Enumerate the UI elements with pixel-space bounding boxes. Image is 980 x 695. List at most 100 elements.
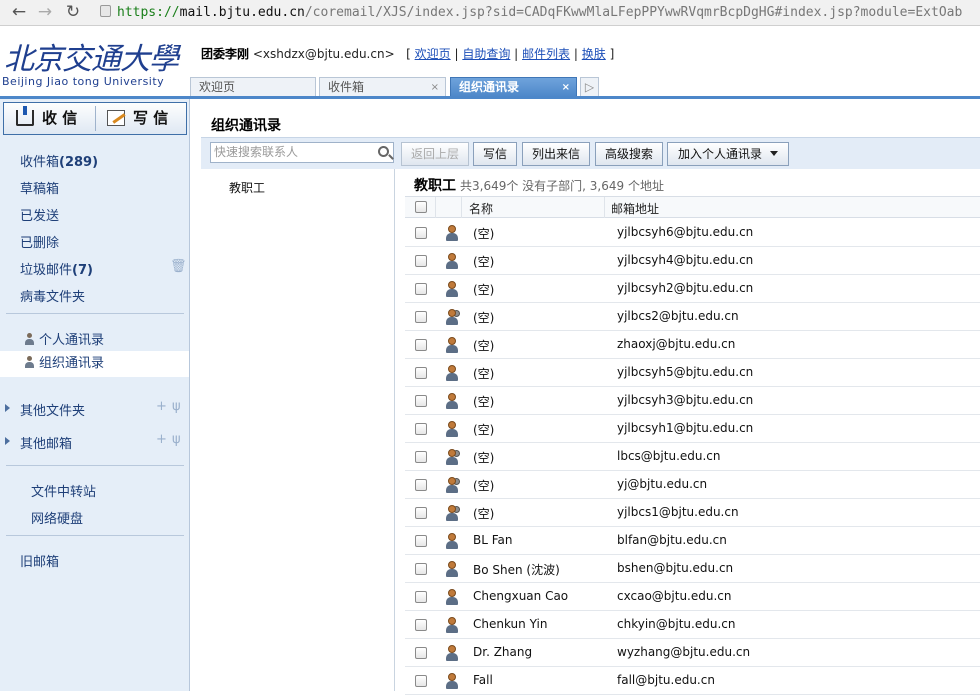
sidebar-item-personal-contacts[interactable]: 个人通讯录 <box>24 329 104 348</box>
back-arrow-icon[interactable]: ← <box>8 2 30 22</box>
contact-name[interactable]: Fall <box>473 673 493 687</box>
contact-email[interactable]: yjlbcsyh6@bjtu.edu.cn <box>617 225 753 239</box>
column-email-header[interactable]: 邮箱地址 <box>611 200 659 217</box>
sidebar-item-drafts[interactable]: 草稿箱 <box>20 178 59 197</box>
row-checkbox[interactable] <box>415 479 427 491</box>
contact-name[interactable]: (空) <box>473 309 494 326</box>
row-checkbox[interactable] <box>415 675 427 687</box>
table-row[interactable]: Bo Shen (沈波) bshen@bjtu.edu.cn <box>405 555 980 583</box>
contact-name[interactable]: Dr. Zhang <box>473 645 532 659</box>
table-row[interactable]: Dr. Zhang wyzhang@bjtu.edu.cn <box>405 639 980 667</box>
sidebar-item-org-contacts[interactable]: 组织通讯录 <box>0 351 189 377</box>
sidebar-item-other-mailboxes[interactable]: 其他邮箱 <box>20 433 72 452</box>
address-bar[interactable]: https://mail.bjtu.edu.cn/coremail/XJS/in… <box>100 2 980 23</box>
sidebar-item-netdisk[interactable]: 网络硬盘 <box>31 508 83 527</box>
contact-email[interactable]: yjlbcsyh1@bjtu.edu.cn <box>617 421 753 435</box>
table-row[interactable]: (空) yjlbcsyh2@bjtu.edu.cn <box>405 275 980 303</box>
search-icon[interactable] <box>378 146 389 157</box>
row-checkbox[interactable] <box>415 423 427 435</box>
list-mails-button[interactable]: 列出来信 <box>522 142 590 166</box>
reload-icon[interactable]: ↻ <box>62 2 84 22</box>
sidebar-item-sent[interactable]: 已发送 <box>20 205 59 224</box>
table-row[interactable]: (空) yjlbcsyh1@bjtu.edu.cn <box>405 415 980 443</box>
row-checkbox[interactable] <box>415 591 427 603</box>
sidebar-item-virus[interactable]: 病毒文件夹 <box>20 286 85 305</box>
contact-email[interactable]: lbcs@bjtu.edu.cn <box>617 449 721 463</box>
contact-email[interactable]: wyzhang@bjtu.edu.cn <box>617 645 750 659</box>
tree-item-faculty[interactable]: 教职工 <box>229 179 265 196</box>
back-up-button[interactable]: 返回上层 <box>401 142 469 166</box>
row-checkbox[interactable] <box>415 563 427 575</box>
contact-email[interactable]: yjlbcsyh5@bjtu.edu.cn <box>617 365 753 379</box>
contact-name[interactable]: (空) <box>473 253 494 270</box>
table-row[interactable]: BL Fan blfan@bjtu.edu.cn <box>405 527 980 555</box>
contact-name[interactable]: (空) <box>473 421 494 438</box>
contact-email[interactable]: zhaoxj@bjtu.edu.cn <box>617 337 735 351</box>
sidebar-item-old-mailbox[interactable]: 旧邮箱 <box>20 551 59 570</box>
row-checkbox[interactable] <box>415 255 427 267</box>
contact-name[interactable]: (空) <box>473 337 494 354</box>
settings-icon[interactable]: ψ <box>172 432 181 447</box>
close-icon[interactable]: × <box>431 78 439 97</box>
mailing-list-link[interactable]: 邮件列表 <box>522 47 570 61</box>
contact-name[interactable]: (空) <box>473 449 494 466</box>
add-icon[interactable]: + <box>156 432 167 447</box>
advanced-search-button[interactable]: 高级搜索 <box>595 142 663 166</box>
contact-name[interactable]: (空) <box>473 365 494 382</box>
row-checkbox[interactable] <box>415 367 427 379</box>
row-checkbox[interactable] <box>415 647 427 659</box>
table-row[interactable]: Chengxuan Cao cxcao@bjtu.edu.cn <box>405 583 980 611</box>
forward-arrow-icon[interactable]: → <box>34 2 56 22</box>
compose-button[interactable]: 写 信 <box>107 103 168 134</box>
sidebar-item-file-transfer[interactable]: 文件中转站 <box>31 481 96 500</box>
welcome-link[interactable]: 欢迎页 <box>415 47 451 61</box>
contact-email[interactable]: yjlbcs1@bjtu.edu.cn <box>617 505 739 519</box>
new-tab-icon[interactable]: ▷ <box>580 77 599 97</box>
row-checkbox[interactable] <box>415 395 427 407</box>
row-checkbox[interactable] <box>415 507 427 519</box>
table-row[interactable]: (空) yjlbcs1@bjtu.edu.cn <box>405 499 980 527</box>
table-row[interactable]: (空) lbcs@bjtu.edu.cn <box>405 443 980 471</box>
add-to-personal-button[interactable]: 加入个人通讯录 <box>667 142 789 166</box>
row-checkbox[interactable] <box>415 619 427 631</box>
contact-name[interactable]: BL Fan <box>473 533 513 547</box>
contact-name[interactable]: (空) <box>473 393 494 410</box>
contact-name[interactable]: Chenkun Yin <box>473 617 547 631</box>
contact-email[interactable]: cxcao@bjtu.edu.cn <box>617 589 731 603</box>
table-row[interactable]: (空) yjlbcsyh3@bjtu.edu.cn <box>405 387 980 415</box>
row-checkbox[interactable] <box>415 227 427 239</box>
contact-email[interactable]: yjlbcs2@bjtu.edu.cn <box>617 309 739 323</box>
close-icon[interactable]: × <box>562 78 570 97</box>
settings-icon[interactable]: ψ <box>172 399 181 414</box>
contact-name[interactable]: (空) <box>473 477 494 494</box>
select-all-checkbox[interactable] <box>415 201 427 213</box>
row-checkbox[interactable] <box>415 339 427 351</box>
contact-email[interactable]: yj@bjtu.edu.cn <box>617 477 707 491</box>
change-skin-link[interactable]: 换肤 <box>582 47 606 61</box>
table-row[interactable]: (空) yjlbcsyh4@bjtu.edu.cn <box>405 247 980 275</box>
contact-email[interactable]: bshen@bjtu.edu.cn <box>617 561 733 575</box>
contact-name[interactable]: (空) <box>473 505 494 522</box>
contact-email[interactable]: fall@bjtu.edu.cn <box>617 673 715 687</box>
sidebar-item-other-folders[interactable]: 其他文件夹 <box>20 400 85 419</box>
row-checkbox[interactable] <box>415 283 427 295</box>
row-checkbox[interactable] <box>415 535 427 547</box>
contact-name[interactable]: Bo Shen (沈波) <box>473 561 560 578</box>
contact-name[interactable]: (空) <box>473 225 494 242</box>
expand-arrow-icon[interactable] <box>5 404 10 412</box>
column-name-header[interactable]: 名称 <box>469 200 493 217</box>
contact-name[interactable]: (空) <box>473 281 494 298</box>
table-row[interactable]: (空) yjlbcsyh5@bjtu.edu.cn <box>405 359 980 387</box>
add-icon[interactable]: + <box>156 399 167 414</box>
tab-welcome[interactable]: 欢迎页 <box>190 77 316 97</box>
tab-org-contacts[interactable]: 组织通讯录 × <box>450 77 577 97</box>
contact-email[interactable]: blfan@bjtu.edu.cn <box>617 533 727 547</box>
table-row[interactable]: Chenkun Yin chkyin@bjtu.edu.cn <box>405 611 980 639</box>
row-checkbox[interactable] <box>415 311 427 323</box>
sidebar-item-inbox[interactable]: 收件箱(289) <box>20 151 98 170</box>
row-checkbox[interactable] <box>415 451 427 463</box>
table-row[interactable]: (空) zhaoxj@bjtu.edu.cn <box>405 331 980 359</box>
table-row[interactable]: (空) yjlbcsyh6@bjtu.edu.cn <box>405 219 980 247</box>
table-row[interactable]: (空) yjlbcs2@bjtu.edu.cn <box>405 303 980 331</box>
contact-email[interactable]: yjlbcsyh2@bjtu.edu.cn <box>617 281 753 295</box>
